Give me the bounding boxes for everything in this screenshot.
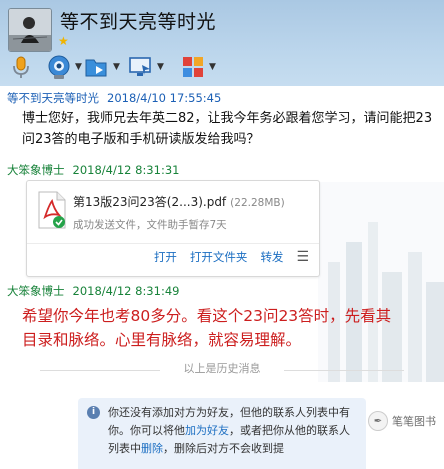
message-line: 目录和脉络。心里有脉络，就容易理解。 — [22, 331, 302, 349]
message-sender-line: 大笨象博士 2018/4/12 8:31:49 — [7, 283, 179, 299]
notice-text: ，删除后对方不会收到提 — [163, 442, 284, 455]
divider — [40, 370, 160, 371]
remote-desktop-button[interactable]: ▼ — [128, 52, 164, 82]
message-text: 博士您好，我师兄去年英二82，让我今年务必跟着您学习，请问能把23 问23答的电… — [22, 108, 432, 150]
friend-notice: i 你还没有添加对方为好友，但他的联系人列表中有你。你可以将他加为好友，或者把你… — [78, 398, 366, 469]
open-file-link[interactable]: 打开 — [154, 249, 177, 265]
file-size: (22.28MB) — [230, 197, 285, 209]
message-timestamp: 2018/4/12 8:31:31 — [72, 163, 180, 177]
send-file-button[interactable]: ▼ — [84, 52, 120, 82]
chevron-down-icon[interactable]: ▼ — [157, 62, 164, 72]
sender-name: 等不到天亮等时光 — [7, 91, 99, 105]
watermark-logo-icon: ✒ — [368, 411, 388, 431]
menu-icon[interactable]: ☰ — [296, 249, 309, 265]
apps-grid-icon — [180, 54, 206, 80]
delete-link[interactable]: 删除 — [141, 442, 163, 455]
chevron-down-icon[interactable]: ▼ — [209, 62, 216, 72]
message-sender-line: 大笨象博士 2018/4/12 8:31:31 — [7, 162, 179, 178]
contact-name-title: 等不到天亮等时光 — [60, 11, 217, 33]
chevron-down-icon[interactable]: ▼ — [113, 62, 120, 72]
pdf-file-icon — [37, 191, 67, 233]
message-line: 希望你今年也考80多分。看这个23问23答时，先看其 — [22, 307, 392, 325]
info-icon: i — [87, 406, 100, 419]
send-file-icon — [84, 54, 110, 80]
contact-avatar[interactable] — [8, 8, 52, 52]
divider — [284, 370, 404, 371]
chevron-down-icon[interactable]: ▼ — [75, 62, 82, 72]
watermark: ✒ 笔笔图书 — [368, 411, 436, 431]
message-text: 希望你今年也考80多分。看这个23问23答时，先看其 目录和脉络。心里有脉络，就… — [22, 304, 432, 352]
add-friend-link[interactable]: 加为好友 — [185, 424, 229, 437]
remote-desktop-icon — [128, 54, 154, 80]
open-folder-link[interactable]: 打开文件夹 — [190, 249, 248, 265]
video-call-button[interactable]: ▼ — [46, 52, 82, 82]
divider — [27, 243, 319, 244]
background-cityscape-image — [318, 182, 444, 382]
message-timestamp: 2018/4/10 17:55:45 — [107, 91, 222, 105]
file-status: 成功发送文件，文件助手暂存7天 — [73, 219, 227, 231]
file-transfer-card[interactable]: 第13版23问23答(2...3).pdf (22.28MB) 成功发送文件，文件… — [26, 180, 320, 277]
forward-link[interactable]: 转发 — [260, 249, 283, 265]
file-name-text: 第13版23问23答(2...3).pdf — [73, 195, 227, 209]
file-name[interactable]: 第13版23问23答(2...3).pdf (22.28MB) — [73, 193, 285, 210]
apps-button[interactable]: ▼ — [180, 52, 216, 82]
message-line: 博士您好，我师兄去年英二82，让我今年务必跟着您学习，请问能把23 — [22, 111, 433, 126]
watermark-text: 笔笔图书 — [392, 415, 436, 428]
chat-window-header: 等不到天亮等时光 ★ ▼ ▼ ▼ ▼ — [0, 0, 444, 96]
webcam-icon — [46, 54, 72, 80]
sender-name: 大笨象博士 — [7, 284, 65, 298]
sender-name: 大笨象博士 — [7, 163, 65, 177]
message-sender-line: 等不到天亮等时光 2018/4/10 17:55:45 — [7, 90, 221, 106]
toolbar: ▼ ▼ ▼ ▼ — [0, 52, 444, 82]
chat-message-area[interactable]: 等不到天亮等时光 2018/4/10 17:55:45 博士您好，我师兄去年英二8… — [0, 86, 444, 469]
message-line: 问23答的电子版和手机研读版发给我吗？ — [22, 132, 260, 147]
history-separator: 以上是历史消息 — [0, 360, 444, 380]
history-label: 以上是历史消息 — [183, 362, 261, 375]
voice-call-button[interactable] — [8, 52, 34, 82]
microphone-icon — [8, 54, 34, 80]
file-actions: 打开 打开文件夹 转发 ☰ — [154, 249, 309, 265]
message-timestamp: 2018/4/12 8:31:49 — [72, 284, 180, 298]
star-icon: ★ — [58, 34, 69, 48]
